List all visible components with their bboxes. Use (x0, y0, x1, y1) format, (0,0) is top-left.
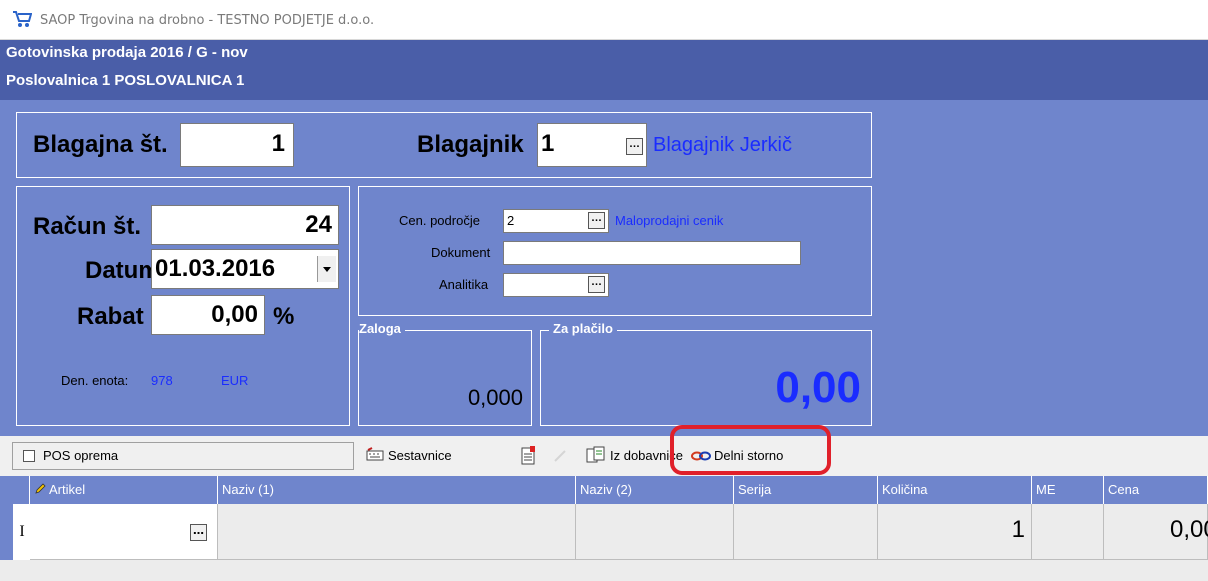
column-header-artikel[interactable]: Artikel (30, 476, 218, 504)
zaloga-label: Zaloga (359, 321, 405, 336)
za-placilo-label: Za plačilo (549, 321, 617, 336)
den-enota-currency: EUR (221, 373, 249, 388)
column-header-cena[interactable]: Cena (1104, 476, 1208, 504)
za-placilo-value: 0,00 (775, 363, 861, 412)
blagajnik-label: Blagajnik (417, 131, 524, 158)
blagajnik-input[interactable]: 1 … (537, 123, 647, 167)
zaloga-group: Zaloga 0,000 (358, 321, 532, 426)
sestavnice-button[interactable]: Sestavnice (366, 444, 476, 468)
table-row-artikel[interactable]: … (30, 504, 218, 560)
pos-oprema-label: POS oprema (43, 448, 119, 463)
cashier-group: Blagajna št. 1 Blagajnik 1 … Blagajnik J… (16, 112, 872, 178)
document-title: Gotovinska prodaja 2016 / G - nov (6, 44, 248, 61)
window-titlebar: SAOP Trgovina na drobno - TESTNO PODJETJ… (0, 0, 1208, 40)
analitika-lookup-button[interactable]: … (588, 276, 605, 293)
blagajnik-name: Blagajnik Jerkič (653, 134, 792, 156)
column-header-naziv2[interactable]: Naziv (2) (576, 476, 734, 504)
column-header-serija[interactable]: Serija (734, 476, 878, 504)
pricing-group: Cen. področje 2 … Maloprodajni cenik Dok… (358, 186, 872, 316)
racun-input[interactable]: 24 (151, 205, 339, 245)
invoice-group: Račun št. 24 Datum 01.03.2016 Rabat 0,00… (16, 186, 350, 426)
column-header-kolicina[interactable]: Količina (878, 476, 1032, 504)
analitika-label: Analitika (439, 277, 489, 292)
keyboard-icon (366, 447, 384, 467)
za-placilo-group: Za plačilo 0,00 (540, 321, 872, 426)
pencil-icon (34, 477, 46, 505)
datum-label: Datum (85, 257, 160, 284)
column-header-naziv1[interactable]: Naziv (1) (218, 476, 576, 504)
blagajna-label: Blagajna št. (33, 131, 168, 158)
artikel-lookup-button[interactable]: … (190, 524, 207, 541)
zaloga-value: 0,000 (467, 385, 523, 410)
highlight-outline (670, 425, 831, 475)
table-row-serija[interactable] (734, 504, 878, 560)
grid-corner (0, 476, 30, 504)
rabat-unit: % (273, 303, 295, 330)
cen-podrocje-name: Maloprodajni cenik (615, 213, 724, 228)
sale-form-panel: Blagajna št. 1 Blagajnik 1 … Blagajnik J… (0, 100, 1208, 436)
branch-title: Poslovalnica 1 POSLOVALNICA 1 (6, 72, 245, 89)
pos-oprema-checkbox[interactable] (23, 450, 35, 462)
disabled-link-icon (552, 448, 568, 468)
window-title: SAOP Trgovina na drobno - TESTNO PODJETJ… (40, 13, 375, 28)
blagajnik-lookup-button[interactable]: … (626, 138, 643, 155)
table-row-cena[interactable]: 0,00 (1104, 504, 1208, 560)
datum-input[interactable]: 01.03.2016 (151, 249, 339, 289)
table-row-kolicina[interactable]: 1 (878, 504, 1032, 560)
text-cursor-icon: I (14, 504, 30, 560)
rabat-input[interactable]: 0,00 (151, 295, 265, 335)
dokument-label: Dokument (431, 245, 491, 260)
den-enota-code: 978 (151, 373, 173, 388)
den-enota-label: Den. enota: (61, 373, 129, 388)
items-grid: Artikel Naziv (1) Naziv (2) Serija Količ… (0, 476, 1208, 581)
cen-podrocje-lookup-button[interactable]: … (588, 212, 605, 229)
cen-podrocje-label: Cen. področje (399, 213, 480, 228)
chevron-down-icon[interactable] (317, 256, 336, 282)
pos-oprema-checkbox-area[interactable]: POS oprema (12, 442, 354, 470)
cen-podrocje-input[interactable]: 2 … (503, 209, 609, 233)
blagajna-input[interactable]: 1 (180, 123, 294, 167)
cart-icon (12, 10, 33, 28)
document-list-icon[interactable] (520, 446, 536, 470)
rabat-label: Rabat (77, 303, 144, 330)
action-toolbar: POS oprema Sestavnice Iz dobavnice Delni… (0, 425, 1208, 476)
table-row-naziv1[interactable] (218, 504, 576, 560)
column-header-me[interactable]: ME (1032, 476, 1104, 504)
row-indicator (0, 504, 14, 560)
page-header: Gotovinska prodaja 2016 / G - nov Poslov… (0, 40, 1208, 100)
racun-label: Račun št. (33, 213, 142, 240)
analitika-input[interactable]: … (503, 273, 609, 297)
dokument-input[interactable] (503, 241, 801, 265)
table-row-naziv2[interactable] (576, 504, 734, 560)
table-row-me[interactable] (1032, 504, 1104, 560)
copy-document-icon (586, 446, 606, 468)
